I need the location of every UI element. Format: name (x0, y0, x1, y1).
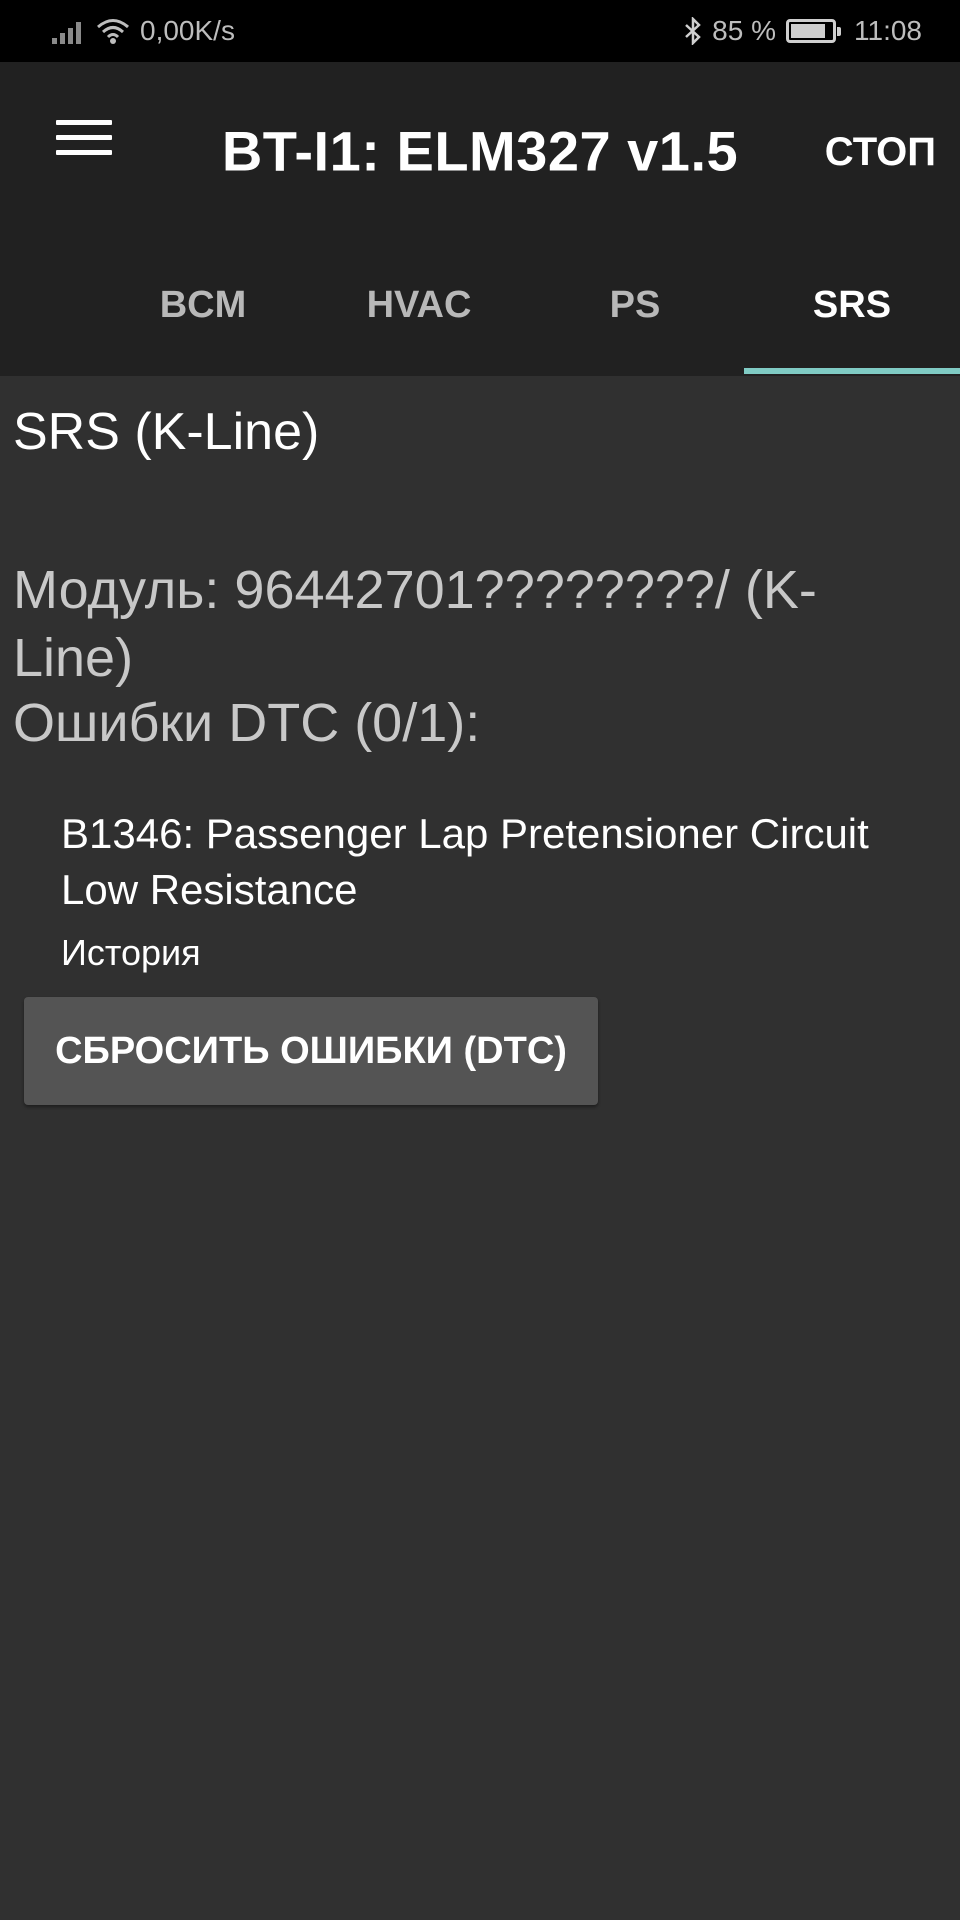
status-right: 85 % 11:08 (684, 15, 922, 47)
tab-bar: VD BCM HVAC PS SRS (0, 240, 960, 376)
app-bar: BT-I1: ELM327 v1.5 СТОП (0, 62, 960, 240)
battery-icon (786, 19, 841, 43)
app-title: BT-I1: ELM327 v1.5 (221, 119, 739, 183)
status-left: 0,00K/s (52, 15, 235, 47)
dtc-status: История (61, 932, 201, 973)
battery-percent: 85 % (712, 15, 776, 46)
signal-icon (52, 18, 86, 44)
status-bar: 0,00K/s 85 % 11:08 (0, 0, 960, 62)
section-title: SRS (K-Line) (13, 403, 320, 461)
active-tab-indicator (744, 368, 960, 374)
clock: 11:08 (854, 15, 922, 46)
dtc-item: B1346: Passenger Lap Pretensioner Circui… (61, 806, 941, 974)
tab-bcm[interactable]: BCM (95, 240, 311, 376)
tab-vd[interactable]: VD (0, 240, 44, 376)
dtc-description: B1346: Passenger Lap Pretensioner Circui… (61, 810, 869, 913)
tab-ps[interactable]: PS (527, 240, 743, 376)
reset-dtc-button[interactable]: СБРОСИТЬ ОШИБКИ (DTC) (24, 997, 598, 1105)
dtc-header: Ошибки DTC (0/1): (13, 693, 481, 753)
bluetooth-icon (684, 17, 702, 45)
stop-button[interactable]: СТОП (825, 124, 936, 181)
wifi-icon (96, 17, 130, 45)
tab-hvac[interactable]: HVAC (311, 240, 527, 376)
battery-level (791, 24, 825, 38)
tab-srs[interactable]: SRS (744, 240, 960, 376)
module-info: Модуль: 96442701????????/ (K-Line) (13, 560, 817, 688)
network-speed: 0,00K/s (140, 15, 235, 46)
